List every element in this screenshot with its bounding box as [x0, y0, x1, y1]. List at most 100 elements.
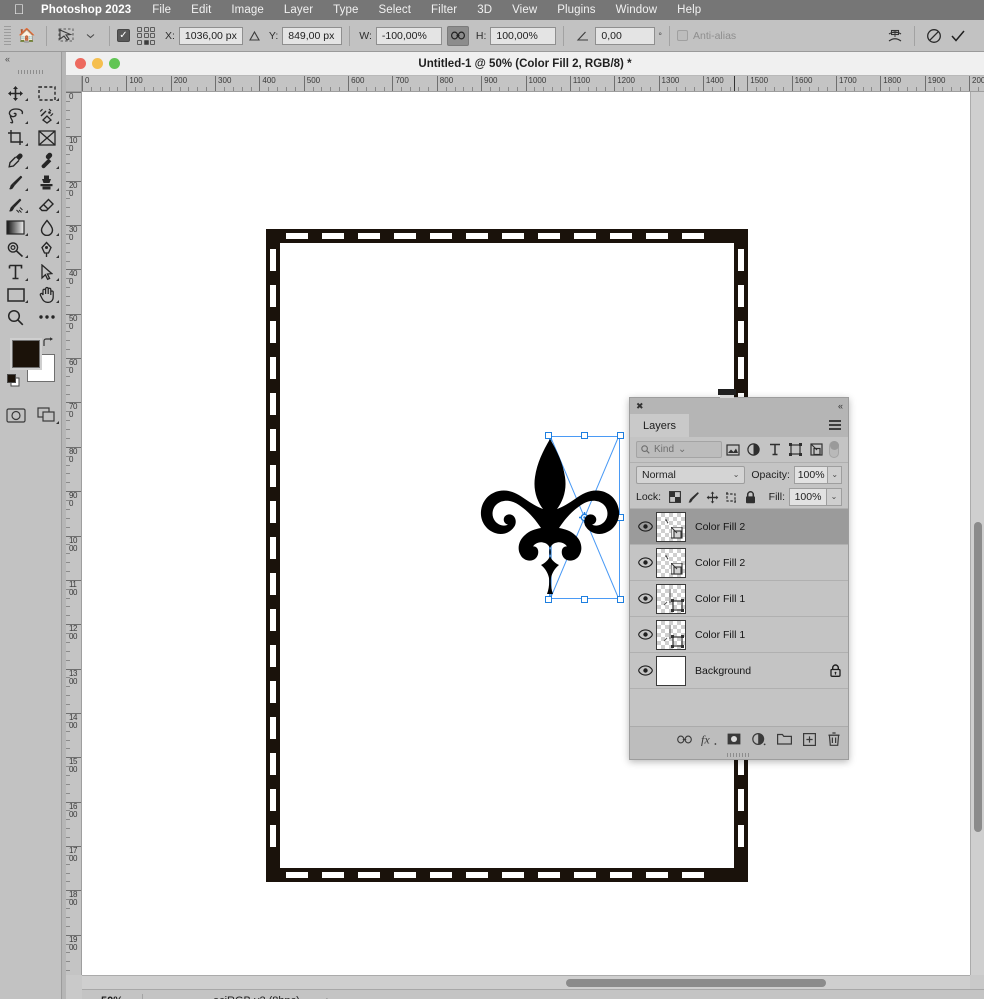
menu-plugins[interactable]: Plugins [547, 4, 605, 16]
new-group-icon[interactable] [776, 733, 792, 745]
home-icon[interactable]: 🏠 [15, 25, 39, 47]
move-tool-icon[interactable] [54, 25, 78, 47]
anti-alias-checkbox[interactable] [676, 30, 688, 41]
crop-tool[interactable] [0, 127, 31, 149]
height-field[interactable]: 100,00% [490, 26, 557, 45]
pen-tool[interactable] [31, 239, 62, 261]
panel-dock-nub[interactable] [714, 389, 740, 398]
menu-edit[interactable]: Edit [181, 4, 221, 16]
new-layer-icon[interactable] [801, 732, 817, 746]
filter-type-icon[interactable] [764, 443, 785, 456]
panel-resize-grip[interactable] [630, 751, 848, 759]
menu-layer[interactable]: Layer [274, 4, 323, 16]
hand-tool[interactable] [31, 284, 62, 306]
layer-name[interactable]: Color Fill 2 [686, 521, 822, 533]
zoom-level[interactable]: 50% [82, 995, 142, 999]
menu-view[interactable]: View [502, 4, 547, 16]
default-colors-icon[interactable] [7, 374, 20, 392]
delta-icon[interactable] [243, 25, 267, 47]
commit-checkmark-icon[interactable] [946, 25, 970, 47]
close-icon[interactable]: ✖ [636, 401, 644, 412]
reference-point-grid[interactable] [137, 26, 155, 45]
lasso-tool[interactable] [0, 104, 31, 126]
eraser-tool[interactable] [31, 194, 62, 216]
fill-stepper[interactable]: ⌄ [827, 488, 842, 506]
layer-name[interactable]: Color Fill 1 [686, 593, 822, 605]
horizontal-scrollbar[interactable] [82, 975, 970, 989]
opacity-field[interactable]: 100% [793, 465, 829, 484]
handle-bottom-left[interactable] [545, 596, 552, 603]
layer-row[interactable]: Background [630, 653, 848, 689]
screen-mode-icon[interactable] [31, 404, 62, 426]
layer-thumbnail[interactable] [656, 583, 686, 614]
angle-icon[interactable] [571, 25, 595, 47]
vertical-scrollbar-thumb[interactable] [974, 522, 982, 832]
eye-visibility-icon[interactable] [634, 665, 656, 676]
blend-mode-select[interactable]: Normal ⌄ [636, 465, 746, 484]
apple-logo-icon[interactable]:  [8, 2, 30, 18]
layer-row[interactable]: Color Fill 1 [630, 581, 848, 617]
angle-field[interactable]: 0,00 [595, 26, 656, 45]
collapse-chevrons-icon[interactable]: « [0, 52, 61, 66]
frame-tool[interactable] [31, 127, 62, 149]
eyedropper-tool[interactable] [0, 149, 31, 171]
history-brush-tool[interactable] [0, 194, 31, 216]
zoom-tool[interactable] [0, 306, 31, 328]
menu-window[interactable]: Window [606, 4, 668, 16]
clone-stamp-tool[interactable] [31, 172, 62, 194]
warp-icon[interactable] [883, 25, 907, 47]
eye-visibility-icon[interactable] [634, 557, 656, 568]
rectangle-tool[interactable] [0, 284, 31, 306]
lock-transparent-pixels-icon[interactable] [665, 491, 684, 503]
vertical-ruler[interactable]: 0 100 200 300 400 500 600 700 800 900 1000 1100 1200… [66, 92, 82, 975]
layer-row[interactable]: Color Fill 2 [630, 545, 848, 581]
layer-style-fx-icon[interactable]: fx [701, 733, 717, 746]
x-field[interactable]: 1036,00 px [178, 26, 243, 45]
eye-visibility-icon[interactable] [634, 593, 656, 604]
auto-select-checkbox[interactable]: ✓ [117, 29, 130, 42]
lock-artboard-nesting-icon[interactable] [722, 491, 741, 504]
healing-brush-tool[interactable] [31, 149, 62, 171]
layer-row[interactable]: Color Fill 1 [630, 617, 848, 653]
swap-colors-icon[interactable] [42, 337, 55, 353]
layer-name[interactable]: Color Fill 2 [686, 557, 822, 569]
document-titlebar[interactable]: Untitled-1 @ 50% (Color Fill 2, RGB/8) * [66, 52, 984, 76]
collapse-chevrons-icon[interactable]: « [838, 401, 843, 411]
filter-pixel-icon[interactable] [722, 443, 743, 456]
layer-thumbnail[interactable] [656, 655, 686, 686]
move-tool[interactable] [0, 82, 31, 104]
new-adjustment-layer-icon[interactable] [751, 732, 767, 746]
edit-toolbar-tool[interactable] [31, 306, 62, 328]
menu-filter[interactable]: Filter [421, 4, 467, 16]
vertical-scrollbar[interactable] [970, 92, 984, 975]
lock-image-pixels-icon[interactable] [684, 491, 703, 504]
tool-preset-chevron-down-icon[interactable] [78, 25, 102, 47]
fill-field[interactable]: 100% [789, 488, 827, 506]
handle-bottom-right[interactable] [617, 596, 624, 603]
link-icon[interactable] [446, 25, 469, 46]
dodge-tool[interactable] [0, 239, 31, 261]
filter-smart-object-icon[interactable] [806, 443, 827, 456]
menu-app-name[interactable]: Photoshop 2023 [30, 4, 142, 16]
layer-list-empty-area[interactable] [630, 689, 848, 716]
lock-all-icon[interactable] [741, 490, 760, 504]
object-selection-tool[interactable] [31, 104, 62, 126]
gradient-tool[interactable] [0, 216, 31, 238]
options-bar-grip[interactable] [4, 25, 11, 46]
filter-enable-toggle[interactable] [829, 441, 839, 458]
menu-help[interactable]: Help [667, 4, 711, 16]
horizontal-ruler[interactable]: 0 100 200 300 400 500 600 700 800 900 1000 1100 1200… [82, 76, 984, 92]
tab-layers[interactable]: Layers [630, 414, 690, 437]
delete-layer-icon[interactable] [826, 732, 842, 746]
layer-name[interactable]: Color Fill 1 [686, 629, 822, 641]
menu-image[interactable]: Image [221, 4, 273, 16]
layer-name[interactable]: Background [686, 665, 822, 677]
type-tool[interactable] [0, 261, 31, 283]
eye-visibility-icon[interactable] [634, 629, 656, 640]
eye-visibility-icon[interactable] [634, 521, 656, 532]
y-field[interactable]: 849,00 px [282, 26, 343, 45]
fleur-de-lis-shape[interactable] [477, 437, 624, 597]
handle-bottom-center[interactable] [581, 596, 588, 603]
menu-file[interactable]: File [142, 4, 181, 16]
cancel-icon[interactable] [922, 25, 946, 47]
